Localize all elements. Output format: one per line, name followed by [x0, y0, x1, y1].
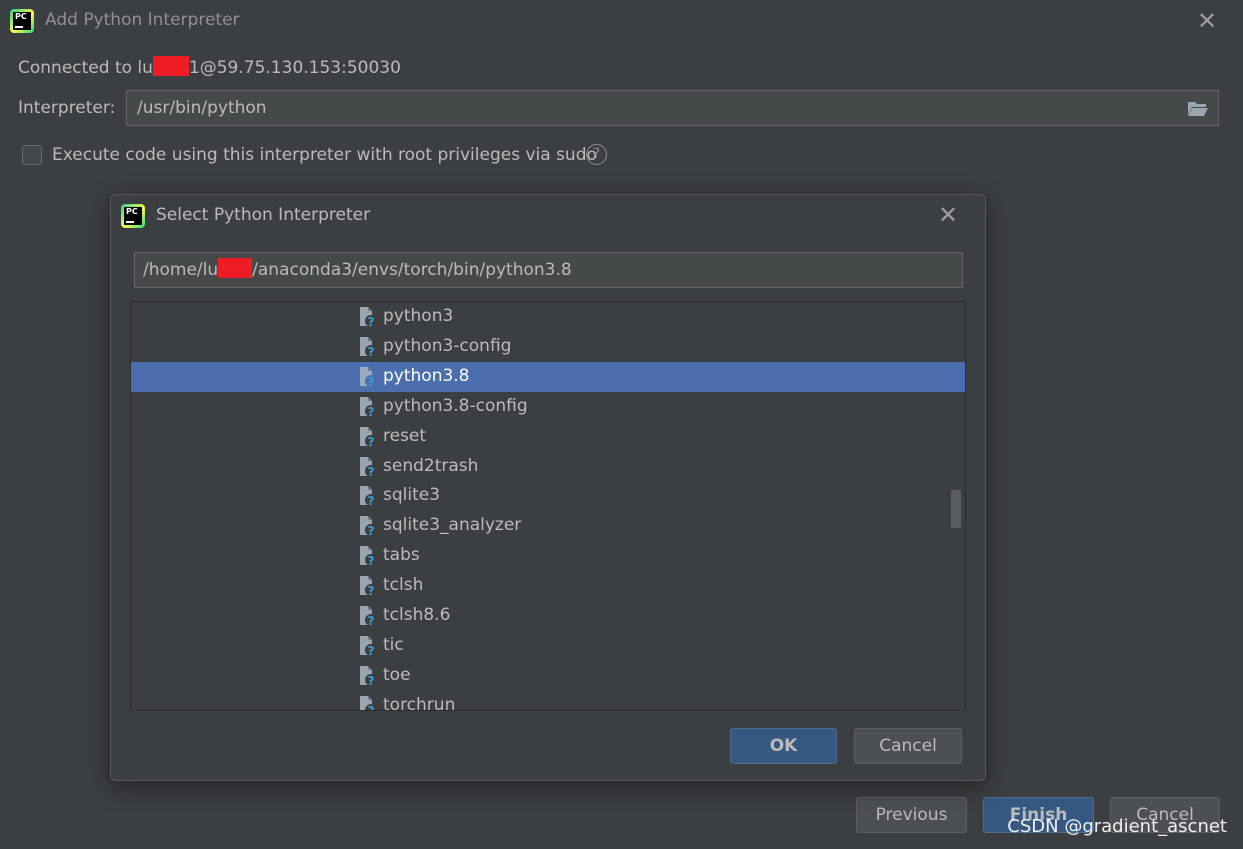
unknown-file-icon: ? — [360, 486, 377, 507]
file-row[interactable]: ? tic — [131, 631, 965, 661]
svg-text:?: ? — [368, 375, 375, 388]
file-row[interactable]: ? toe — [131, 661, 965, 691]
interpreter-label: Interpreter: — [18, 98, 116, 118]
unknown-file-icon: ? — [360, 426, 377, 448]
connection-info: Connected to lu 1@59.75.130.153:50030 — [18, 56, 401, 78]
sudo-checkbox[interactable] — [22, 145, 42, 165]
close-icon[interactable]: ✕ — [1197, 9, 1217, 33]
help-icon[interactable]: ? — [586, 144, 607, 165]
unknown-file-icon: ? — [360, 516, 377, 537]
cancel-button[interactable]: Cancel — [854, 728, 962, 764]
unknown-file-icon: ? — [360, 307, 377, 328]
path-suffix: /anaconda3/envs/torch/bin/python3.8 — [252, 260, 572, 280]
unknown-file-icon: ? — [360, 606, 377, 627]
close-icon[interactable]: ✕ — [938, 203, 958, 227]
file-row[interactable]: ? tclsh8.6 — [131, 601, 965, 631]
svg-text:?: ? — [368, 554, 375, 567]
svg-text:?: ? — [368, 405, 375, 418]
interpreter-path-field[interactable]: /usr/bin/python — [126, 90, 1219, 126]
svg-text:?: ? — [368, 315, 375, 328]
unknown-file-icon: ? — [360, 366, 377, 388]
file-row[interactable]: ? reset — [131, 422, 965, 452]
file-name: send2trash — [383, 455, 479, 476]
svg-text:?: ? — [368, 674, 375, 687]
connection-suffix: 1@59.75.130.153:50030 — [188, 58, 401, 78]
file-row[interactable]: ? python3 — [131, 302, 965, 332]
file-name: toe — [383, 664, 411, 685]
watermark: CSDN @gradient_ascnet — [1007, 816, 1227, 837]
svg-text:?: ? — [368, 614, 375, 627]
unknown-file-icon: ? — [360, 695, 377, 711]
pycharm-logo-icon: PC — [10, 9, 34, 33]
previous-button[interactable]: Previous — [856, 797, 967, 833]
file-name: python3 — [383, 306, 454, 326]
file-row[interactable]: ? torchrun — [131, 691, 965, 711]
file-name: python3-config — [383, 335, 512, 356]
file-row[interactable]: ? send2trash — [131, 452, 965, 482]
redaction-mark — [152, 56, 189, 76]
redaction-mark — [218, 258, 253, 278]
svg-text:?: ? — [368, 435, 375, 448]
pycharm-logo-icon: PC — [121, 204, 145, 228]
file-row[interactable]: ? python3.8-config — [131, 392, 965, 422]
file-name: python3.8-config — [383, 395, 528, 416]
svg-text:?: ? — [368, 345, 375, 358]
file-row[interactable]: ? tabs — [131, 541, 965, 571]
svg-text:?: ? — [368, 465, 375, 478]
unknown-file-icon: ? — [360, 336, 377, 358]
path-prefix: /home/lu — [143, 260, 219, 280]
svg-text:?: ? — [368, 524, 375, 537]
file-name: reset — [383, 425, 427, 446]
interpreter-path-value: /usr/bin/python — [137, 98, 267, 118]
file-row[interactable]: ? sqlite3 — [131, 481, 965, 511]
select-interpreter-dialog: PC Select Python Interpreter ✕ /home/lu /… — [110, 194, 986, 781]
unknown-file-icon: ? — [360, 576, 377, 597]
file-name: python3.8 — [383, 365, 470, 386]
svg-text:?: ? — [368, 704, 375, 711]
file-row[interactable]: ? sqlite3_analyzer — [131, 511, 965, 541]
unknown-file-icon: ? — [360, 635, 377, 657]
file-name: sqlite3 — [383, 485, 441, 506]
unknown-file-icon: ? — [360, 396, 377, 418]
file-name: sqlite3_analyzer — [383, 515, 522, 536]
unknown-file-icon: ? — [360, 665, 377, 687]
svg-text:?: ? — [368, 584, 375, 597]
file-tree[interactable]: ? python3? python3-config? python3.8? python… — [130, 301, 966, 711]
connection-prefix: Connected to lu — [18, 58, 153, 78]
svg-text:?: ? — [368, 644, 375, 657]
scrollbar-thumb[interactable] — [951, 490, 961, 528]
file-name: tic — [383, 634, 404, 655]
file-row[interactable]: ? python3.8 — [131, 361, 965, 392]
sudo-checkbox-label: Execute code using this interpreter with… — [52, 145, 597, 165]
window-title: Add Python Interpreter — [45, 10, 240, 30]
unknown-file-icon: ? — [360, 546, 377, 567]
path-input[interactable]: /home/lu/anaconda3/envs/torch/bin/python… — [134, 252, 963, 288]
ok-button[interactable]: OK — [730, 728, 837, 764]
unknown-file-icon: ? — [360, 456, 377, 478]
svg-text:?: ? — [368, 494, 375, 507]
file-name: tabs — [383, 545, 420, 566]
file-name: tclsh8.6 — [383, 605, 451, 625]
file-name: torchrun — [383, 694, 456, 711]
file-row[interactable]: ? tclsh — [131, 571, 965, 601]
file-row[interactable]: ? python3-config — [131, 332, 965, 362]
folder-open-icon[interactable] — [1187, 100, 1209, 117]
dialog-title: Select Python Interpreter — [156, 205, 371, 225]
file-name: tclsh — [383, 575, 424, 596]
